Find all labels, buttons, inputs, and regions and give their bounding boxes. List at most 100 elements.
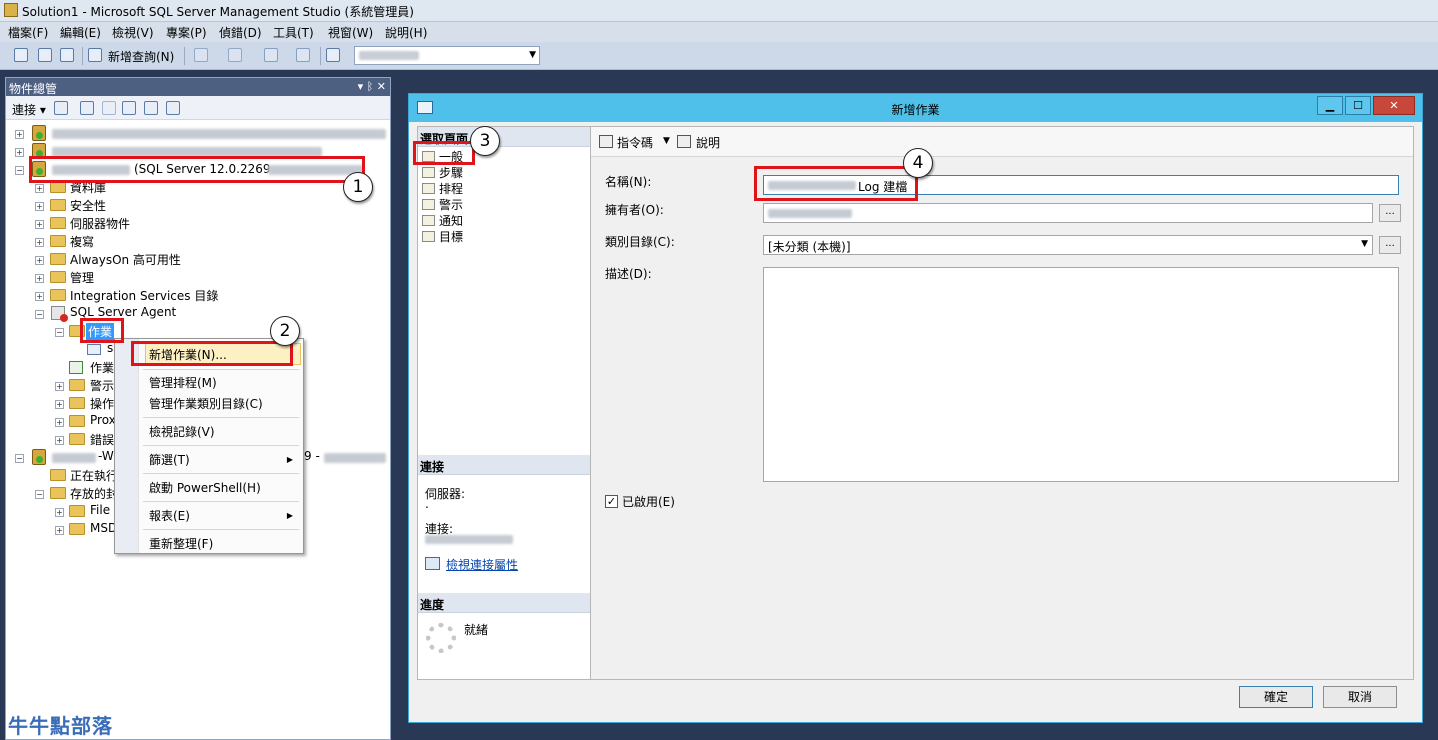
tree-node-proxies[interactable]: Prox (90, 413, 116, 431)
menu-separator (143, 445, 299, 446)
stop-icon[interactable] (102, 101, 116, 115)
tree-expander[interactable]: + (55, 382, 64, 391)
page-steps[interactable]: 步驟 (422, 164, 463, 181)
menu-help[interactable]: 說明(H) (385, 24, 427, 41)
tree-expander[interactable]: + (15, 130, 24, 139)
menu-view[interactable]: 檢視(V) (112, 24, 154, 41)
tree-node-management[interactable]: 管理 (70, 269, 94, 287)
tree-node-integration-services[interactable]: Integration Services 目錄 (70, 287, 218, 305)
tree-expander[interactable]: + (55, 400, 64, 409)
connect-icon[interactable] (54, 101, 68, 115)
page-schedules[interactable]: 排程 (422, 180, 463, 197)
menu-file[interactable]: 檔案(F) (8, 24, 48, 41)
tree-expander[interactable]: − (15, 454, 24, 463)
page-targets[interactable]: 目標 (422, 228, 463, 245)
tree-node-server-objects[interactable]: 伺服器物件 (70, 215, 130, 233)
menu-item-view-history[interactable]: 檢視記錄(V) (149, 423, 215, 440)
script-button[interactable]: 指令碼 (617, 134, 653, 151)
owner-input[interactable] (763, 203, 1373, 223)
tree-node-replication[interactable]: 複寫 (70, 233, 94, 251)
tree-node-security[interactable]: 安全性 (70, 197, 106, 215)
ok-button[interactable]: 確定 (1239, 686, 1313, 708)
tree-expander[interactable]: − (35, 310, 44, 319)
tree-expander[interactable]: + (35, 274, 44, 283)
new-query-icon[interactable] (88, 48, 102, 62)
tree-node-running[interactable]: 正在執行 (70, 467, 118, 485)
tree-expander[interactable]: + (35, 220, 44, 229)
menu-item-manage-job-categories[interactable]: 管理作業類別目錄(C) (149, 395, 263, 412)
filter-icon[interactable] (122, 101, 136, 115)
tree-node-job-item[interactable]: s (107, 341, 113, 359)
new-query-button[interactable]: 新增查詢(N) (108, 48, 174, 65)
category-select[interactable]: [未分類 (本機)] ▼ (763, 235, 1373, 255)
chevron-down-icon[interactable]: ▼ (663, 136, 670, 146)
page-notifications[interactable]: 通知 (422, 212, 463, 229)
activity-icon[interactable] (166, 101, 180, 115)
tree-expander[interactable]: − (55, 328, 64, 337)
connect-button[interactable]: 連接 ▾ (12, 101, 46, 118)
browse-category-button[interactable]: ... (1379, 236, 1401, 254)
page-alerts-label: 警示 (439, 198, 464, 212)
tree-expander[interactable]: + (35, 292, 44, 301)
navigate-back-icon[interactable] (264, 48, 278, 62)
menu-tools[interactable]: 工具(T) (273, 24, 314, 41)
save-all-icon[interactable] (60, 48, 74, 62)
menu-project[interactable]: 專案(P) (166, 24, 207, 41)
tree-expander[interactable]: + (35, 184, 44, 193)
server-name-redacted (52, 129, 386, 139)
navigate-forward-icon[interactable] (296, 48, 310, 62)
save-icon[interactable] (38, 48, 52, 62)
tree-expander[interactable]: + (55, 436, 64, 445)
view-connection-properties-link[interactable]: 檢視連接屬性 (446, 556, 518, 573)
menu-window[interactable]: 視窗(W) (328, 24, 373, 41)
menu-item-start-powershell[interactable]: 啟動 PowerShell(H) (149, 479, 261, 496)
minimize-button[interactable]: ▁ (1317, 96, 1343, 115)
database-select[interactable]: ▼ (354, 46, 540, 65)
tree-expander[interactable]: + (55, 508, 64, 517)
menu-item-manage-schedules[interactable]: 管理排程(M) (149, 374, 217, 391)
job-activity-monitor-icon (69, 361, 83, 374)
tree-expander[interactable]: + (35, 202, 44, 211)
enabled-checkbox[interactable]: ✓ (605, 495, 618, 508)
enabled-label: 已啟用(E) (622, 495, 675, 509)
menu-debug[interactable]: 偵錯(D) (219, 24, 262, 41)
annotation-box-server (29, 156, 365, 183)
server2-label-prefix[interactable]: -W (98, 449, 114, 467)
redo-icon[interactable] (228, 48, 242, 62)
refresh-icon[interactable] (144, 101, 158, 115)
browse-owner-button[interactable]: ... (1379, 204, 1401, 222)
cancel-button[interactable]: 取消 (1323, 686, 1397, 708)
tree-node-operators[interactable]: 操作 (90, 395, 114, 413)
tree-expander[interactable]: + (55, 418, 64, 427)
open-file-icon[interactable] (14, 48, 28, 62)
folder-icon (50, 271, 66, 283)
tree-node-stored-packages[interactable]: 存放的封 (70, 485, 118, 503)
undo-icon[interactable] (194, 48, 208, 62)
help-button[interactable]: 說明 (696, 134, 720, 151)
menu-item-filter[interactable]: 篩選(T) (149, 451, 190, 468)
tree-expander[interactable]: − (15, 166, 24, 175)
tree-expander[interactable]: + (15, 148, 24, 157)
description-textarea[interactable] (763, 267, 1399, 482)
menu-edit[interactable]: 編輯(E) (60, 24, 101, 41)
server2-label-suffix[interactable]: 9 - (304, 449, 320, 467)
activity-monitor-icon[interactable] (326, 48, 340, 62)
page-alerts[interactable]: 警示 (422, 196, 463, 213)
tree-node-job-activity[interactable]: 作業 (90, 359, 114, 377)
close-button[interactable]: ✕ (1373, 96, 1415, 115)
page-icon (422, 183, 435, 194)
menu-item-refresh[interactable]: 重新整理(F) (149, 535, 213, 552)
panel-pin-close-icons[interactable]: ▾ ᛒ ✕ (358, 80, 386, 93)
tree-node-alerts[interactable]: 警示 (90, 377, 114, 395)
blog-watermark: 牛牛點部落 (8, 714, 113, 738)
tree-expander[interactable]: + (35, 256, 44, 265)
dialog-titlebar: 新增作業 ▁ ☐ ✕ (409, 94, 1422, 122)
tree-expander[interactable]: + (35, 238, 44, 247)
menu-item-reports[interactable]: 報表(E) (149, 507, 190, 524)
maximize-button[interactable]: ☐ (1345, 96, 1371, 115)
tree-expander[interactable]: − (35, 490, 44, 499)
tree-node-alwayson[interactable]: AlwaysOn 高可用性 (70, 251, 181, 269)
tree-expander[interactable]: + (55, 526, 64, 535)
tree-node-error-logs[interactable]: 錯誤 (90, 431, 114, 449)
disconnect-icon[interactable] (80, 101, 94, 115)
